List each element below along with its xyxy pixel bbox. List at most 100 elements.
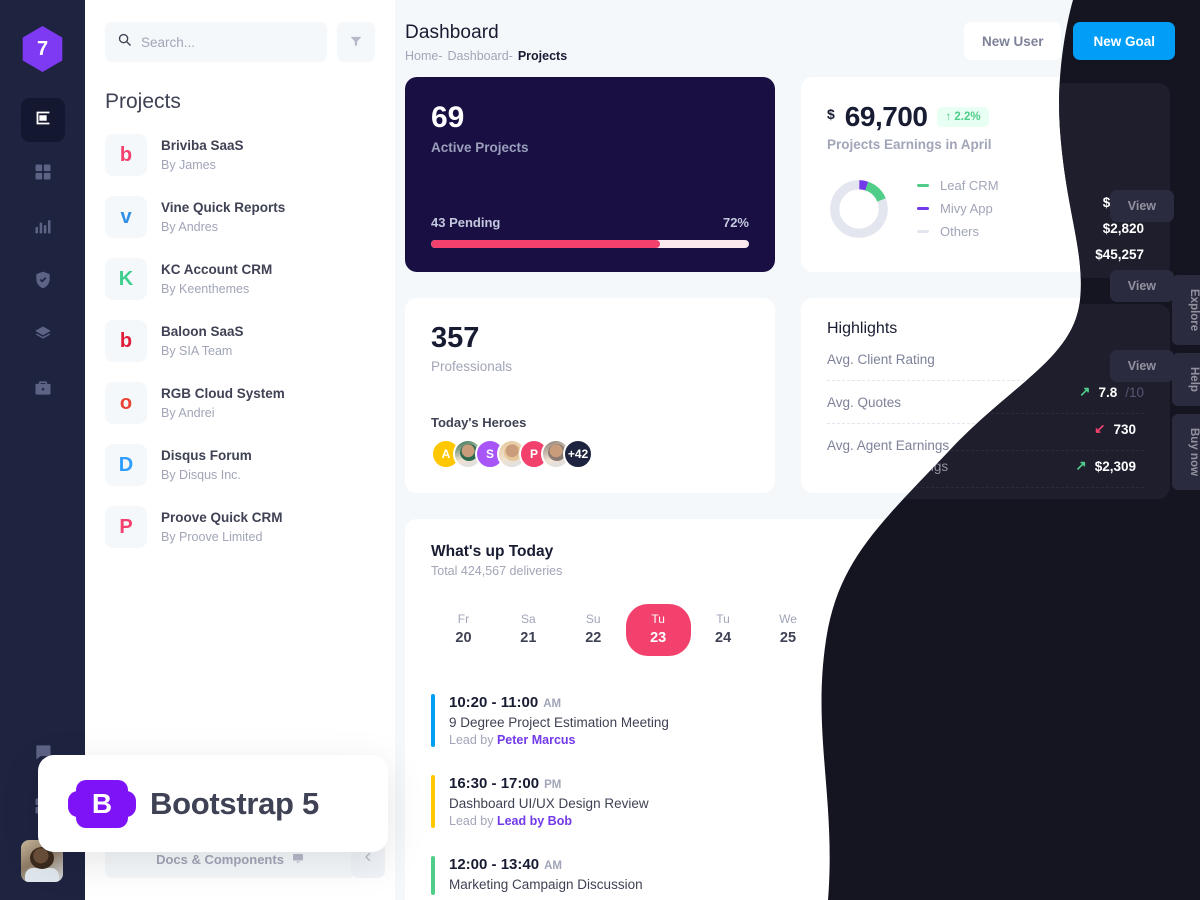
day-number: 21 [520, 630, 537, 646]
trend-arrow-icon: ↙ [1095, 394, 1107, 409]
new-goal-button[interactable]: New Goal [1073, 22, 1175, 60]
list-item[interactable]: b Briviba SaaS By James [105, 124, 375, 186]
side-tab[interactable]: Help [1172, 353, 1200, 407]
event-lead-prefix: Lead by [449, 814, 497, 828]
day-cell[interactable]: Mo 30 [1080, 604, 1145, 656]
project-logo-icon: K [105, 258, 147, 300]
progress-fill [431, 240, 660, 248]
project-text: Proove Quick CRM By Proove Limited [161, 508, 283, 546]
event-ampm: AM [543, 698, 562, 710]
event-details: 16:30 - 17:00 PM Dashboard UI/UX Design Re… [449, 775, 649, 828]
project-author: By Disqus Inc. [161, 467, 241, 482]
day-of-week: Th [845, 612, 860, 626]
active-projects-label: Active Projects [431, 140, 529, 155]
earnings-chart-row: Leaf CRM $7,660 Mivy App $2,820 Others $45,25… [827, 174, 1145, 243]
earnings-legend: Leaf CRM $7,660 Mivy App $2,820 Others $45,25… [917, 174, 1145, 243]
filter-button[interactable] [337, 22, 375, 62]
legend-label: Mivy App [940, 201, 993, 216]
day-cell[interactable]: Tu 24 [691, 604, 756, 656]
event-time: 10:20 - 11:00 [449, 694, 539, 711]
day-number: 22 [585, 630, 602, 646]
list-item[interactable]: o RGB Cloud System By Andrei [105, 372, 375, 434]
event-time: 12:00 - 13:40 [449, 856, 540, 873]
sidebar-item-analytics[interactable] [21, 206, 65, 250]
legend-swatch [917, 207, 929, 210]
project-name: RGB Cloud System [161, 386, 285, 402]
earnings-card: $ 69,700 ↑ 2.2% Projects Earnings in Apr… [801, 77, 1171, 272]
sidebar-item-security[interactable] [21, 260, 65, 304]
day-cell[interactable]: We 25 [756, 604, 821, 656]
sidebar-item-briefcase[interactable] [21, 368, 65, 412]
progress-row: 43 Pending 72% [431, 215, 749, 230]
day-of-week: Sa [521, 612, 536, 626]
day-cell[interactable]: Su 29 [1015, 604, 1080, 656]
docs-label: Docs & Components [156, 851, 284, 867]
day-number: 25 [779, 630, 797, 646]
sidebar-item-layers[interactable] [21, 314, 65, 358]
whats-up-title: What's up Today [431, 543, 554, 560]
monitor-icon [292, 852, 304, 867]
day-cell[interactable]: Su 22 [561, 604, 626, 656]
view-button[interactable]: View [1080, 785, 1145, 818]
breadcrumb-item[interactable]: Projects [518, 49, 567, 63]
bootstrap-promo-text: Bootstrap 5 [150, 785, 319, 821]
highlight-value: ↗ $2,309 [1076, 437, 1145, 453]
day-cell-selected[interactable]: Tu 23 [625, 604, 691, 656]
day-number: 28 [974, 630, 991, 646]
search-input[interactable] [141, 34, 315, 50]
currency-symbol: $ [827, 106, 835, 122]
progress-percent-label: 72% [722, 215, 749, 230]
chevron-left-icon [362, 850, 374, 868]
list-item[interactable]: K KC Account CRM By Keenthemes [105, 248, 375, 310]
breadcrumb-item[interactable]: Dashboard- [448, 49, 513, 63]
highlight-number: 730 [1114, 394, 1137, 410]
legend-item: Mivy App $2,820 [917, 197, 1145, 220]
project-logo-icon: P [105, 506, 147, 548]
view-button[interactable]: View [1080, 859, 1145, 892]
new-user-button[interactable]: New User [963, 22, 1062, 60]
event-time-row: 16:30 - 17:00 PM [449, 775, 649, 793]
sidebar-item-grid[interactable] [21, 152, 65, 196]
highlights-title: Highlights [827, 320, 898, 337]
side-tab[interactable]: Buy now [1172, 414, 1200, 491]
day-cell[interactable]: Th 26 [820, 604, 885, 656]
project-name: Disqus Forum [161, 448, 252, 464]
report-center-button[interactable]: Report Cecnter [1026, 543, 1145, 577]
legend-value: $7,660 [1103, 178, 1145, 193]
list-item[interactable]: b Baloon SaaS By SIA Team [105, 310, 375, 372]
app-logo[interactable]: 7 [22, 26, 63, 72]
earnings-delta-badge: ↑ 2.2% [937, 107, 989, 127]
event-time-row: 10:20 - 11:00 AM [449, 694, 669, 712]
day-of-week: Su [1040, 612, 1055, 626]
day-of-week: We [779, 612, 797, 626]
day-cell[interactable]: Sa 21 [496, 604, 561, 656]
legend-value: $45,257 [1096, 224, 1145, 239]
project-logo-icon: b [105, 320, 147, 362]
breadcrumb-item[interactable]: Home- [405, 49, 443, 63]
sidebar-item-cube[interactable] [20, 98, 65, 142]
side-tabs: Explore Help Buy now [1172, 275, 1200, 491]
legend-swatch [917, 184, 929, 187]
legend-swatch [917, 230, 929, 233]
view-button[interactable]: View [1080, 704, 1145, 737]
bootstrap-promo-badge[interactable]: B Bootstrap 5 [38, 755, 388, 852]
day-of-week: Sa [975, 612, 991, 626]
day-number: 20 [455, 630, 472, 646]
event-color-bar [431, 694, 435, 747]
sidebar-nav [20, 98, 65, 412]
day-cell[interactable]: Fr 20 [431, 604, 496, 656]
highlights-rows: Avg. Client Rating ↗ 7.8/10 Avg. Quotes ↙ 730… [827, 338, 1145, 466]
trend-arrow-icon: ↗ [1076, 437, 1088, 452]
day-cell[interactable]: Fri 27 [885, 604, 950, 656]
list-item[interactable]: v Vine Quick Reports By Andres [105, 186, 375, 248]
side-tab[interactable]: Explore [1172, 275, 1200, 346]
event-lead-prefix: Lead by [449, 733, 497, 747]
highlight-row: Avg. Quotes ↙ 730 [827, 381, 1145, 424]
day-cell[interactable]: Sa 28 [950, 604, 1015, 656]
list-item[interactable]: P Proove Quick CRM By Proove Limited [105, 496, 375, 558]
search-box[interactable] [105, 22, 327, 62]
list-item[interactable]: D Disqus Forum By Disqus Inc. [105, 434, 375, 496]
event-lead: Lead by Peter Marcus [449, 733, 669, 747]
avatar-more[interactable]: +42 [563, 439, 593, 469]
todays-heroes-label: Today's Heroes [431, 415, 527, 430]
